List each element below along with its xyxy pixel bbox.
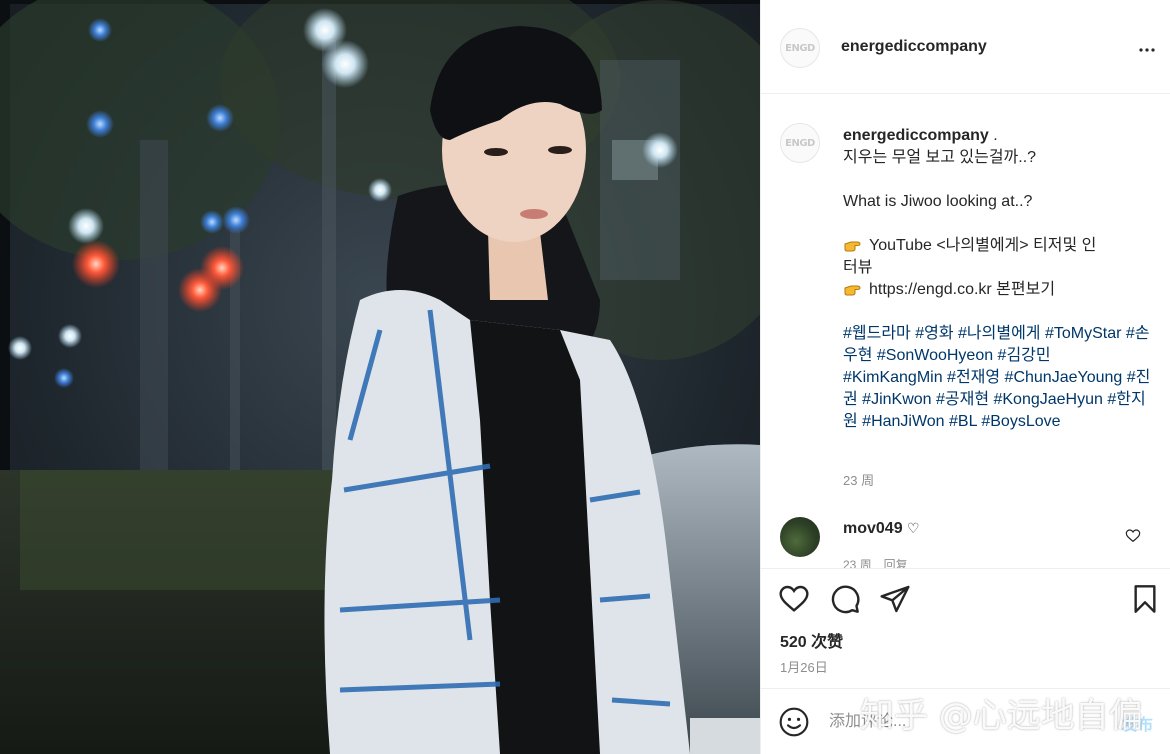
caption-username[interactable]: energediccompany: [843, 127, 989, 144]
caption-youtube-line: YouTube <나의별에게> 티저및 인: [869, 237, 1097, 254]
caption-youtube-line-cont: 터뷰: [843, 259, 873, 276]
add-comment-bar: 发布: [761, 688, 1170, 754]
caption-hashtags[interactable]: #웹드라마 #영화 #나의별에게 #ToMyStar #손우현 #SonWooH…: [843, 325, 1150, 430]
comment-bubble-icon[interactable]: [829, 583, 861, 615]
heart-icon[interactable]: [778, 583, 810, 615]
likes-count[interactable]: 520 次赞: [780, 628, 843, 652]
post-header: ENGD energediccompany: [761, 0, 1170, 94]
comment-input[interactable]: [829, 707, 1099, 737]
smiley-icon[interactable]: [778, 706, 810, 738]
pointing-hand-emoji-icon: [844, 241, 861, 252]
paper-plane-icon[interactable]: [879, 583, 911, 615]
pointing-hand-emoji-icon: [844, 285, 861, 296]
post-caption: energediccompany . 지우는 무얼 보고 있는걸까..? Wha…: [843, 125, 1153, 433]
comment-heart-text: ♡: [907, 520, 920, 536]
commenter-avatar[interactable]: [780, 517, 820, 557]
caption-separator: .: [988, 127, 998, 144]
more-options-icon[interactable]: [1135, 38, 1159, 62]
post-side-panel: ENGD energediccompany ENGD energediccomp…: [760, 0, 1170, 754]
caption-author-avatar[interactable]: ENGD: [780, 123, 820, 163]
caption-line-english: What is Jiwoo looking at..?: [843, 193, 1033, 210]
comment-entry: mov049 ♡: [843, 520, 920, 538]
caption-time-ago: 23 周: [843, 473, 875, 488]
post-photo[interactable]: [0, 0, 760, 754]
comment-meta: 23 周 回复: [843, 558, 908, 568]
post-date: 1月26日: [780, 660, 828, 675]
post-image: [0, 0, 760, 754]
bookmark-icon[interactable]: [1129, 583, 1161, 615]
comment-like-heart-icon[interactable]: [1125, 528, 1141, 544]
caption-line-korean: 지우는 무얼 보고 있는걸까..?: [843, 149, 1037, 166]
author-avatar[interactable]: ENGD: [780, 28, 820, 68]
post-comment-button[interactable]: 发布: [1121, 711, 1153, 735]
author-username[interactable]: energediccompany: [841, 38, 987, 56]
commenter-username[interactable]: mov049: [843, 520, 903, 537]
post-actions: 520 次赞 1月26日: [761, 568, 1170, 688]
caption-link-line[interactable]: https://engd.co.kr 본편보기: [869, 281, 1055, 298]
